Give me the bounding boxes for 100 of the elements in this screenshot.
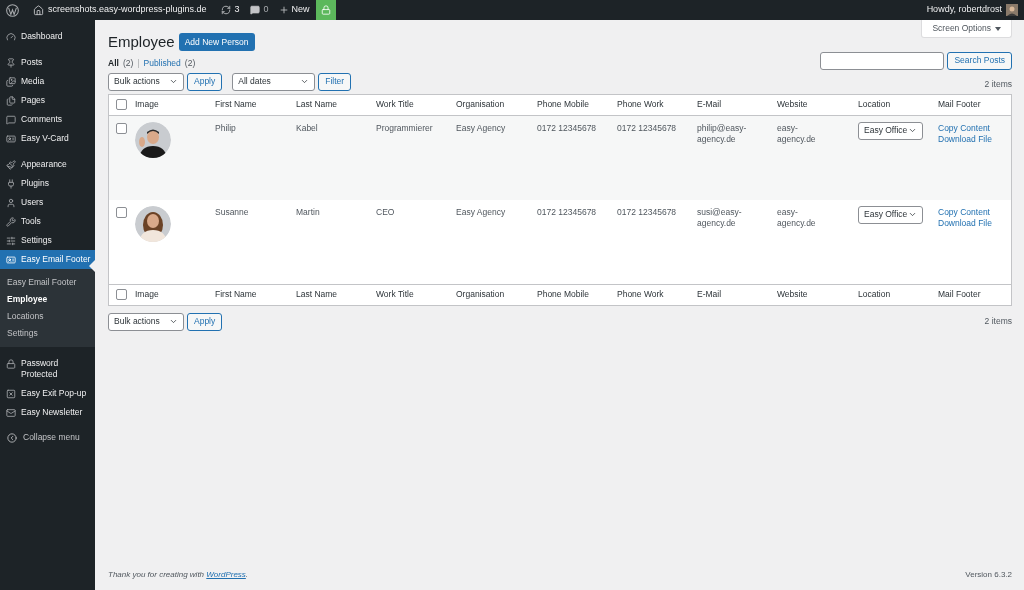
mail-footer-link[interactable]: Copy Content [938, 122, 990, 134]
column-footer[interactable]: Last Name [296, 288, 376, 302]
mail-footer-link[interactable]: Copy Content [938, 206, 990, 218]
menu-item[interactable]: Password Protected [0, 354, 95, 384]
search-posts-button[interactable]: Search Posts [947, 51, 1012, 70]
dates-select[interactable]: All dates [232, 72, 316, 91]
apply-button[interactable]: Apply [187, 72, 223, 91]
submenu-item[interactable]: Easy Email Footer [0, 274, 95, 291]
apply-button[interactable]: Apply [187, 312, 223, 331]
menu-item[interactable]: Easy Exit Pop-up [0, 384, 95, 403]
updates-icon[interactable] [220, 5, 231, 15]
checkbox[interactable] [116, 122, 127, 134]
speech-bubble-icon [6, 114, 16, 125]
footer-text: Thank you for creating with WordPress. [108, 569, 249, 581]
column-header[interactable]: Mail Footer [938, 98, 1011, 112]
add-new-person-button[interactable]: Add New Person [178, 33, 255, 51]
comments-icon[interactable] [249, 5, 260, 15]
column-footer[interactable]: E-Mail [697, 288, 777, 302]
menu-item[interactable]: Plugins [0, 174, 95, 193]
column-header[interactable]: Image [135, 98, 215, 112]
pages-icon [6, 95, 16, 106]
table-cell-text: 0172 12345678 [617, 121, 678, 134]
id-card-icon [6, 133, 16, 144]
lock-button[interactable] [315, 0, 336, 20]
column-header[interactable]: Location [858, 98, 938, 112]
column-footer[interactable]: Phone Mobile [537, 288, 617, 302]
column-header[interactable]: Phone Mobile [537, 98, 617, 112]
user-icon [6, 197, 16, 208]
menu-item[interactable]: Appearance [0, 155, 95, 174]
menu-item[interactable]: Posts [0, 53, 95, 72]
item-count: 2 items [984, 315, 1012, 329]
submenu-item[interactable]: Settings [0, 325, 95, 342]
column-footer[interactable]: Location [858, 288, 938, 302]
column-footer[interactable]: First Name [215, 288, 296, 302]
menu-item[interactable]: Easy Newsletter [0, 403, 95, 422]
bulk-actions-select[interactable]: Bulk actions [108, 72, 184, 91]
column-header[interactable]: Phone Work [617, 98, 697, 112]
checkbox[interactable] [116, 99, 127, 111]
checkbox[interactable] [116, 206, 127, 218]
lock-icon [320, 5, 331, 15]
column-footer[interactable]: Mail Footer [938, 288, 1011, 302]
menu-item[interactable]: Comments [0, 110, 95, 129]
paintbrush-icon [6, 159, 16, 170]
new-link[interactable]: New [291, 3, 310, 17]
column-footer[interactable]: Website [777, 288, 858, 302]
column-header[interactable]: Organisation [456, 98, 537, 112]
collapse-menu[interactable]: Collapse menu [0, 429, 95, 446]
search-field[interactable] [820, 51, 945, 70]
plug-icon [6, 178, 16, 189]
menu-item[interactable]: Easy V-Card [0, 129, 95, 148]
column-header[interactable]: Last Name [296, 98, 376, 112]
separator: | [137, 57, 140, 70]
caret-icon [995, 26, 1001, 31]
column-header[interactable]: First Name [215, 98, 296, 112]
column-footer[interactable]: Work Title [376, 288, 456, 302]
home-icon[interactable] [33, 4, 44, 16]
column-footer[interactable]: Organisation [456, 288, 537, 302]
filter-button[interactable]: Filter [318, 72, 352, 91]
column-header[interactable]: Website [777, 98, 858, 112]
item-count: 2 items [984, 78, 1012, 91]
table-cell-text: 0172 12345678 [537, 121, 598, 134]
view-filter-link[interactable]: Published [143, 57, 181, 70]
avatar-icon[interactable] [1006, 4, 1018, 16]
location-select[interactable]: Easy Office [858, 121, 923, 140]
location-select[interactable]: Easy Office [858, 205, 923, 224]
updates-count[interactable]: 3 [234, 3, 240, 17]
menu-item[interactable]: Users [0, 193, 95, 212]
table-cell-text: Philip [215, 121, 237, 134]
mail-footer-link[interactable]: Download File [938, 133, 992, 145]
submenu-item[interactable]: Locations [0, 308, 95, 325]
menu-item[interactable]: Media [0, 72, 95, 91]
wordpress-logo-icon[interactable] [6, 3, 19, 17]
menu-item[interactable]: Pages [0, 91, 95, 110]
table-cell-text: 0172 12345678 [537, 205, 598, 218]
view-filter-link[interactable]: All [108, 57, 119, 70]
column-footer[interactable]: Phone Work [617, 288, 697, 302]
checkbox[interactable] [116, 289, 127, 301]
table-cell-text: susi@easy-agency.de [697, 205, 743, 229]
view-count: (2) [184, 57, 196, 70]
greeting[interactable]: Howdy, robertdrost [926, 3, 1002, 17]
submenu-item[interactable]: Employee [0, 291, 95, 308]
lock-icon [6, 358, 16, 369]
menu-item[interactable]: Easy Email Footer [0, 250, 95, 269]
mail-footer-link[interactable]: Download File [938, 217, 992, 229]
plus-icon[interactable] [278, 5, 289, 15]
table-cell-text: Martin [296, 205, 321, 218]
menu-item[interactable]: Settings [0, 231, 95, 250]
site-name[interactable]: screenshots.easy-wordpress-plugins.de [48, 3, 207, 17]
column-header[interactable]: E-Mail [697, 98, 777, 112]
menu-item[interactable]: Dashboard [0, 27, 95, 46]
bulk-actions-select[interactable]: Bulk actions [108, 312, 184, 331]
comments-count[interactable]: 0 [263, 3, 269, 17]
column-footer[interactable]: Image [135, 288, 215, 302]
screen-options-button[interactable]: Screen Options [921, 20, 1012, 38]
sliders-icon [6, 235, 16, 246]
view-count: (2) [122, 57, 134, 70]
menu-item[interactable]: Tools [0, 212, 95, 231]
dashboard-icon [6, 31, 16, 42]
table-cell-text: philip@easy-agency.de [697, 121, 748, 145]
column-header[interactable]: Work Title [376, 98, 456, 112]
